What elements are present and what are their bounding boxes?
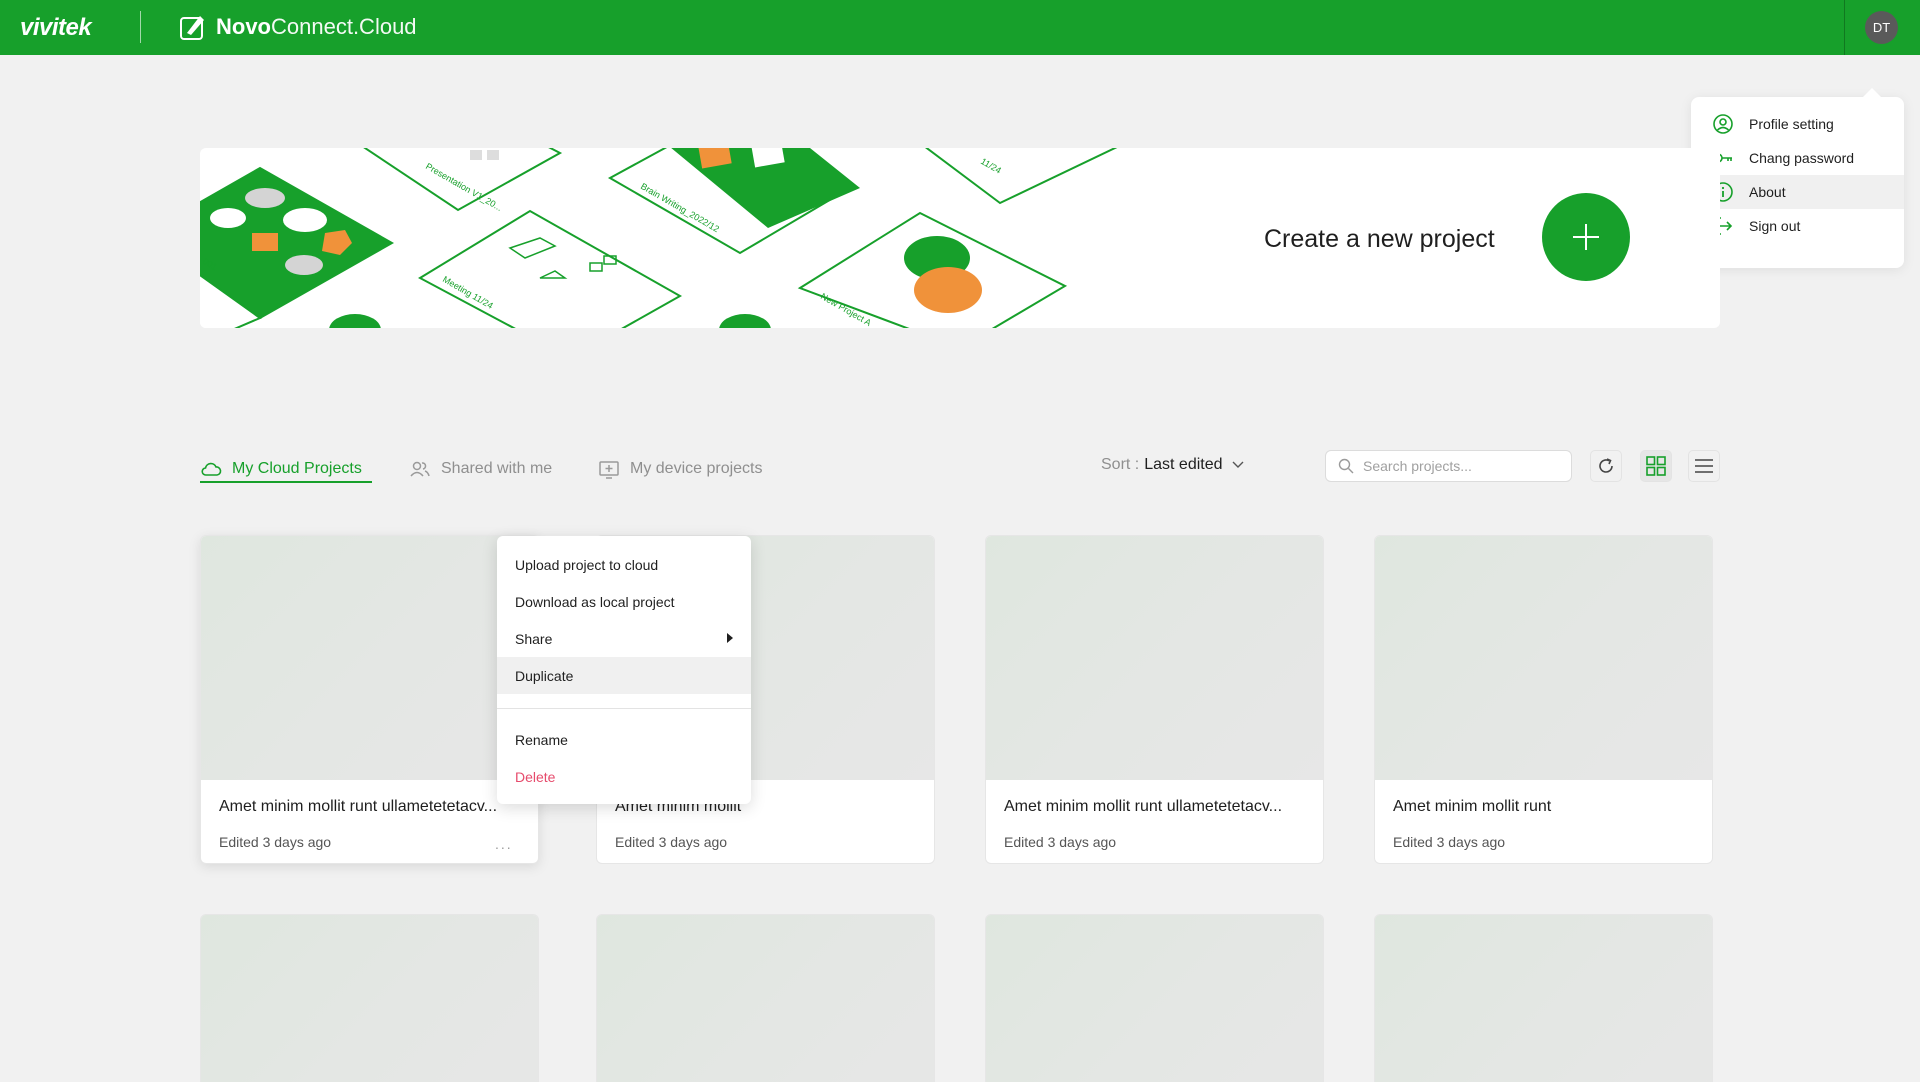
project-card[interactable]: Amet minim mollit runt Edited 3 days ago [1374, 535, 1713, 864]
user-menu: Profile setting Chang password About Sig… [1691, 88, 1904, 268]
illustration-card-brain-writing: Brain Writing_2022/12 [607, 148, 860, 255]
project-title: Amet minim mollit runt ullametetetacv... [219, 798, 498, 815]
project-thumbnail [597, 915, 934, 1082]
project-title: Amet minim mollit runt ullametetetacv... [1004, 798, 1283, 815]
tab-label: My Cloud Projects [232, 460, 362, 477]
menu-item-about[interactable]: About [1691, 175, 1904, 209]
menu-item-label: Profile setting [1749, 116, 1834, 132]
menu-item-download-local[interactable]: Download as local project [497, 583, 751, 620]
project-thumbnail [201, 915, 538, 1082]
menu-item-label: About [1749, 184, 1786, 200]
search-box [1325, 450, 1572, 482]
profile-icon [1713, 114, 1733, 134]
active-tab-indicator [200, 481, 372, 483]
menu-item-share[interactable]: Share [497, 620, 751, 657]
chevron-down-icon [1232, 461, 1244, 468]
users-icon [410, 461, 430, 477]
app-name-light: Connect.Cloud [271, 14, 417, 39]
topbar-divider [1844, 0, 1845, 55]
menu-item-label: Share [515, 630, 553, 647]
project-thumbnail [201, 536, 538, 780]
project-title: Amet minim mollit runt [1393, 798, 1552, 815]
menu-item-rename[interactable]: Rename [497, 721, 751, 758]
project-card[interactable] [985, 914, 1324, 1082]
project-edited: Edited 3 days ago [1004, 834, 1117, 850]
plus-icon [1573, 224, 1599, 250]
vivitek-logo[interactable]: vivitek [20, 14, 92, 42]
sort-label: Sort : [1101, 456, 1140, 473]
create-project-label: Create a new project [1264, 225, 1495, 253]
create-project-banner: 001 Presentation V1_20... Meeting 11/24 [200, 148, 1720, 328]
menu-item-change-password[interactable]: Chang password [1691, 141, 1904, 175]
search-icon [1338, 458, 1354, 474]
avatar[interactable]: DT [1865, 11, 1898, 44]
create-project-button[interactable] [1542, 193, 1630, 281]
sort-value: Last edited [1144, 456, 1223, 473]
sort-dropdown[interactable]: Sort : Last edited [1101, 456, 1244, 474]
list-view-button[interactable] [1688, 450, 1720, 482]
project-card[interactable]: Amet minim mollit runt ullametetetacv...… [985, 535, 1324, 864]
novoconnect-logo-icon [180, 16, 204, 40]
illustration-card-presentation: Presentation V1_20... [363, 148, 563, 213]
grid-view-icon [1646, 456, 1666, 476]
menu-item-label: Chang password [1749, 150, 1855, 166]
project-thumbnail [1375, 536, 1712, 780]
menu-item-profile-setting[interactable]: Profile setting [1691, 107, 1904, 141]
tab-shared-with-me[interactable]: Shared with me [409, 454, 552, 484]
top-bar: vivitek NovoConnect.Cloud DT [0, 0, 1920, 55]
project-card[interactable] [596, 914, 935, 1082]
brand-divider [140, 11, 141, 43]
illustration-card-1124: 11/24 [925, 148, 1118, 205]
tab-my-cloud-projects[interactable]: My Cloud Projects [200, 454, 362, 484]
more-options-button[interactable]: ... [495, 836, 513, 852]
project-card[interactable] [200, 914, 539, 1082]
menu-item-delete[interactable]: Delete [497, 758, 751, 795]
menu-divider [497, 708, 751, 709]
menu-item-upload-to-cloud[interactable]: Upload project to cloud [497, 546, 751, 583]
banner-illustration: 001 Presentation V1_20... Meeting 11/24 [200, 148, 1118, 328]
project-edited: Edited 3 days ago [219, 834, 332, 850]
menu-item-label: Sign out [1749, 218, 1801, 234]
tab-label: Shared with me [441, 460, 553, 477]
grid-view-button[interactable] [1640, 450, 1672, 482]
project-thumbnail [1375, 915, 1712, 1082]
device-icon [599, 461, 619, 479]
app-name-bold: Novo [216, 14, 271, 39]
illustration-card-meeting: Meeting 11/24 [417, 209, 683, 328]
menu-item-sign-out[interactable]: Sign out [1691, 209, 1904, 243]
project-thumbnail [986, 536, 1323, 780]
illustration-card-new-project: New Project A [797, 211, 1068, 328]
project-edited: Edited 3 days ago [615, 834, 728, 850]
app-name: NovoConnect.Cloud [216, 14, 417, 40]
refresh-icon [1599, 458, 1613, 473]
list-view-icon [1695, 459, 1713, 473]
illustration-card-001: 001 [200, 166, 395, 328]
project-thumbnail [986, 915, 1323, 1082]
tab-my-device-projects[interactable]: My device projects [598, 454, 763, 484]
tab-label: My device projects [630, 460, 763, 477]
submenu-arrow-icon [727, 633, 733, 643]
search-input[interactable] [1363, 458, 1563, 474]
project-card[interactable]: Amet minim mollit runt ullametetetacv...… [200, 535, 539, 864]
project-edited: Edited 3 days ago [1393, 834, 1506, 850]
refresh-button[interactable] [1590, 450, 1622, 482]
project-card[interactable] [1374, 914, 1713, 1082]
project-context-menu: Upload project to cloud Download as loca… [497, 536, 751, 804]
cloud-icon [201, 462, 222, 476]
menu-item-duplicate[interactable]: Duplicate [497, 657, 751, 694]
